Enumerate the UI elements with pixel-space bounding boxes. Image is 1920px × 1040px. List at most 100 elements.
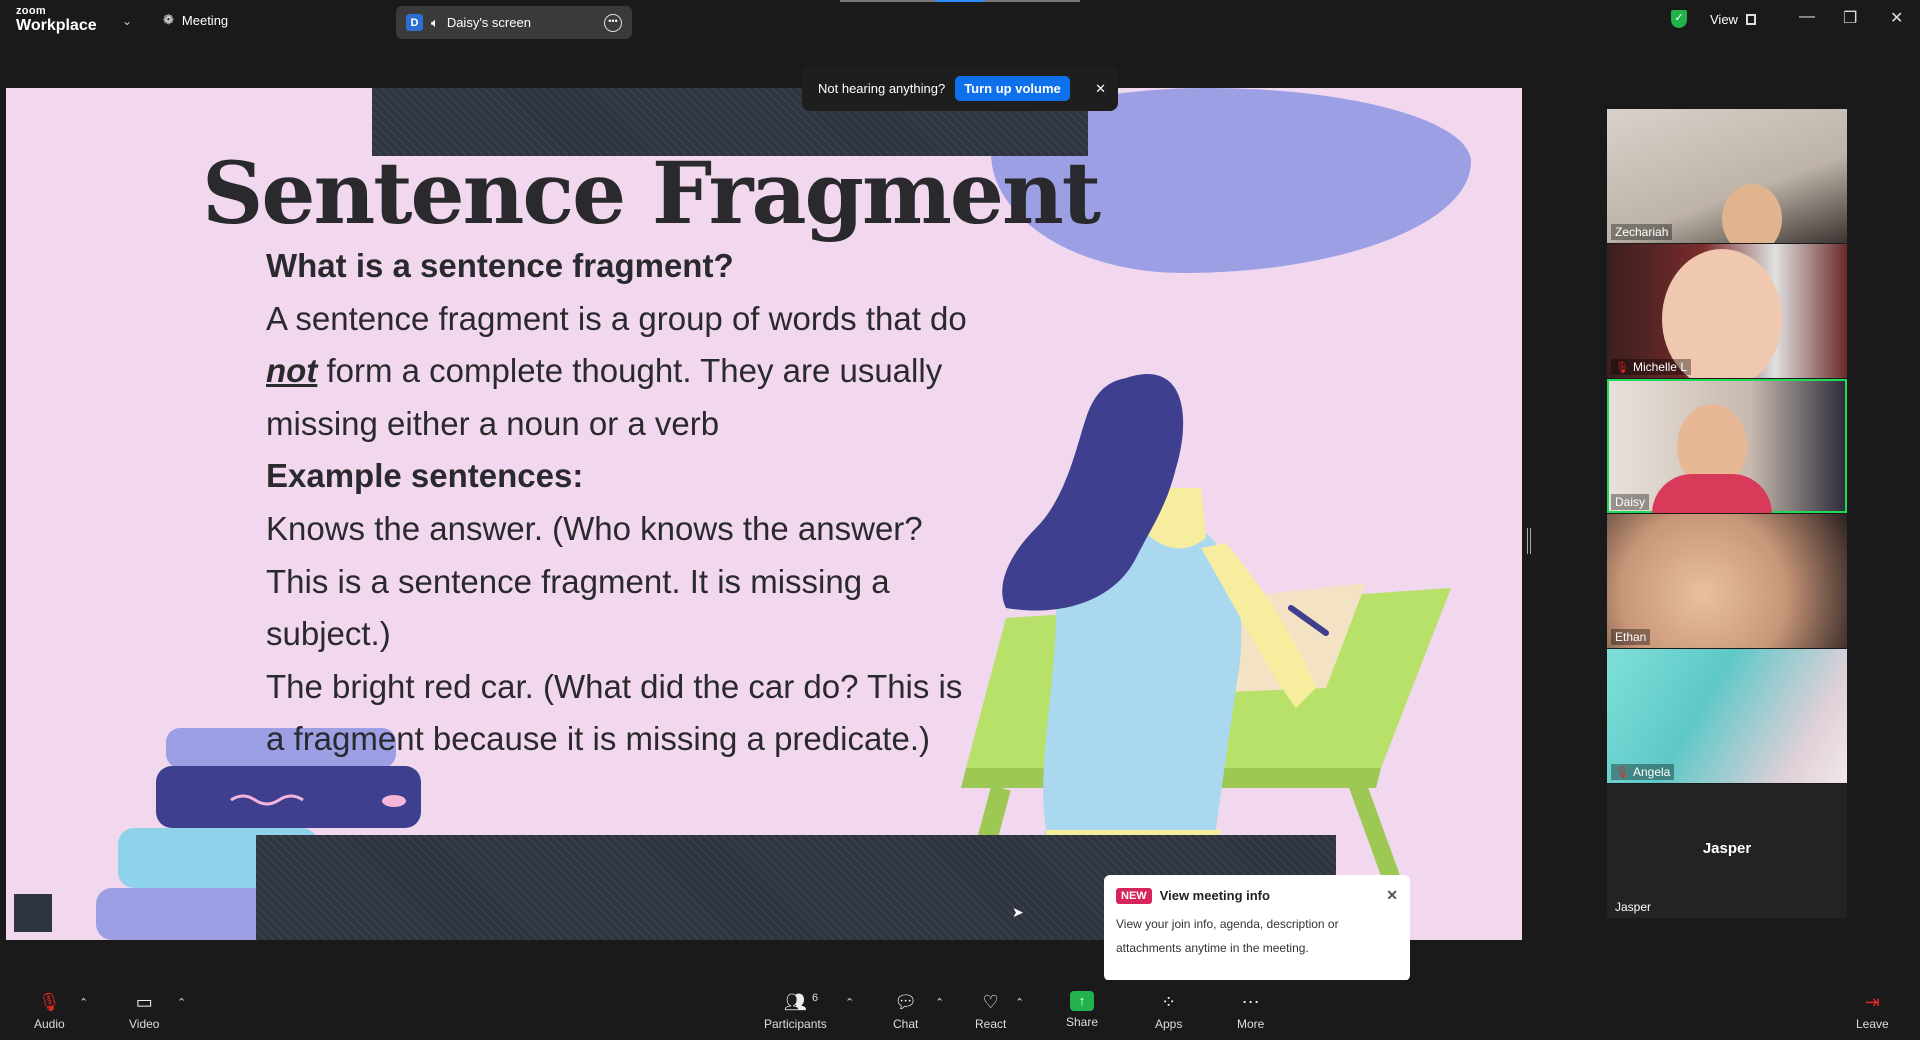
close-toast-icon[interactable]: ✕	[1095, 81, 1106, 97]
top-bar: zoom Workplace ⌄ ❁ Meeting D 🔈︎ Daisy's …	[0, 0, 1920, 44]
share-icon: ↑	[1070, 991, 1095, 1011]
turn-up-volume-button[interactable]: Turn up volume	[955, 76, 1070, 101]
security-shield-icon[interactable]: ✓	[1671, 10, 1687, 28]
more-icon: ⋯	[1241, 992, 1260, 1012]
participant-shirt	[1652, 474, 1772, 513]
video-tile-jasper[interactable]: Jasper Jasper	[1607, 784, 1847, 918]
chevron-down-icon[interactable]: ⌄	[122, 14, 132, 28]
tile-name: 🎙︎ Michelle L	[1611, 359, 1691, 375]
video-camera-icon: ▭	[135, 992, 153, 1012]
tile-name-label: Michelle L	[1632, 360, 1687, 374]
video-tile-ethan[interactable]: Ethan	[1607, 514, 1847, 648]
chat-icon: 💬︎	[894, 992, 918, 1012]
leave-label: Leave	[1856, 1017, 1889, 1031]
tile-name-label: Angela	[1632, 765, 1671, 779]
share-indicator-bar	[840, 0, 1080, 2]
grid-icon	[1745, 14, 1756, 25]
minimize-icon[interactable]: —	[1799, 8, 1815, 26]
popup-description: View your join info, agenda, description…	[1116, 917, 1339, 955]
leave-icon: ⇥	[1864, 992, 1880, 1012]
slide-example-2: The bright red car. (What did the car do…	[266, 667, 963, 758]
slide-corner-square	[14, 894, 52, 932]
logo-top: zoom	[16, 5, 46, 17]
tile-name: Zechariah	[1611, 224, 1673, 240]
slide-heading-definition: What is a sentence fragment?	[266, 247, 734, 284]
video-tile-zechariah[interactable]: Zechariah	[1607, 109, 1847, 243]
video-options-caret-icon[interactable]: ⌃	[177, 996, 186, 1009]
slide-title: Sentence Fragment	[202, 144, 1101, 244]
chat-options-caret-icon[interactable]: ⌃	[935, 996, 944, 1009]
chat-label: Chat	[893, 1017, 919, 1031]
mouse-cursor-icon: ➤	[1012, 904, 1024, 920]
share-label: Share	[1066, 1015, 1099, 1029]
participants-icon: 👥︎	[783, 992, 807, 1012]
slide-example-1: Knows the answer. (Who knows the answer?…	[266, 509, 923, 653]
close-window-icon[interactable]: ✕	[1890, 8, 1903, 28]
logo-bottom: Workplace	[16, 17, 97, 34]
tile-name-label: Zechariah	[1615, 225, 1669, 239]
new-badge: NEW	[1116, 887, 1152, 904]
meeting-label: Meeting	[181, 12, 229, 28]
restore-icon[interactable]: ❐	[1843, 8, 1857, 28]
video-tile-michelle[interactable]: 🎙︎ Michelle L	[1607, 244, 1847, 378]
panel-resize-handle[interactable]	[1527, 528, 1531, 554]
definition-text-1: A sentence fragment is a group of words …	[266, 299, 967, 337]
tile-name-label: Ethan	[1615, 630, 1647, 644]
audio-button[interactable]: 🎙︎ Audio	[34, 991, 65, 1031]
video-button[interactable]: ▭ Video	[129, 991, 159, 1031]
more-button[interactable]: ⋯ More	[1237, 991, 1264, 1031]
audio-label: Audio	[34, 1017, 65, 1031]
close-popup-icon[interactable]: ✕	[1386, 887, 1398, 904]
participant-count: 6	[812, 992, 819, 1004]
meeting-info-popup: NEW View meeting info ✕ View your join i…	[1104, 875, 1410, 991]
view-button[interactable]: View	[1710, 12, 1756, 27]
book-decoration	[382, 795, 406, 807]
presenter-avatar: D	[406, 14, 423, 31]
microphone-muted-icon: 🎙︎	[37, 992, 61, 1012]
slide-definition: A sentence fragment is a group of words …	[266, 293, 986, 451]
apps-icon: ⁘	[1161, 992, 1177, 1012]
speaker-icon: 🔈︎	[431, 14, 439, 30]
more-options-icon[interactable]: •••	[604, 13, 622, 32]
mic-muted-icon: 🎙︎	[1615, 766, 1629, 779]
participants-options-caret-icon[interactable]: ⌃	[845, 996, 854, 1009]
meeting-menu[interactable]: ❁ Meeting	[163, 12, 228, 28]
react-options-caret-icon[interactable]: ⌃	[1015, 996, 1024, 1009]
share-button[interactable]: ↑ Share	[1066, 991, 1098, 1029]
react-button[interactable]: ♡ React	[975, 991, 1006, 1031]
popup-header: NEW View meeting info ✕	[1116, 887, 1398, 904]
mic-muted-icon: 🎙︎	[1615, 361, 1629, 374]
tile-name: 🎙︎ Angela	[1611, 764, 1675, 780]
tile-name: Jasper	[1611, 899, 1655, 915]
react-label: React	[975, 1017, 1007, 1031]
apps-button[interactable]: ⁘ Apps	[1155, 991, 1182, 1031]
popup-title: View meeting info	[1159, 888, 1270, 903]
tile-name-label: Jasper	[1615, 900, 1652, 914]
slide-heading-examples: Example sentences:	[266, 457, 584, 495]
leave-button[interactable]: ⇥ Leave	[1856, 991, 1889, 1031]
screen-share-pill[interactable]: D 🔈︎ Daisy's screen •••	[396, 6, 632, 39]
apps-label: Apps	[1155, 1017, 1183, 1031]
view-label: View	[1710, 12, 1738, 27]
tile-name: Daisy	[1611, 494, 1650, 510]
participants-label: Participants	[764, 1017, 827, 1031]
definition-emphasis: not	[266, 352, 318, 390]
definition-text-2: form a complete thought. They are usuall…	[266, 352, 943, 442]
tile-name-label: Daisy	[1615, 495, 1646, 509]
paw-icon: ❁	[163, 12, 174, 27]
video-label: Video	[129, 1017, 160, 1031]
tile-name: Ethan	[1611, 629, 1651, 645]
tile-center-name: Jasper	[1702, 840, 1752, 857]
audio-options-caret-icon[interactable]: ⌃	[79, 996, 88, 1009]
video-tile-angela[interactable]: 🎙︎ Angela	[1607, 649, 1847, 783]
volume-toast: Not hearing anything? Turn up volume ✕	[802, 66, 1118, 111]
toast-text: Not hearing anything?	[818, 81, 946, 96]
chat-button[interactable]: 💬︎ Chat	[893, 991, 918, 1031]
shared-screen: Sentence Fragment What is a sentence fra…	[6, 88, 1522, 940]
video-tile-daisy[interactable]: Daisy	[1607, 379, 1847, 513]
heart-icon: ♡	[982, 992, 999, 1012]
screen-share-label: Daisy's screen	[446, 15, 531, 30]
share-indicator-active	[936, 0, 984, 2]
zoom-logo: zoom Workplace	[16, 6, 97, 34]
slide-body: What is a sentence fragment? A sentence …	[266, 240, 986, 766]
